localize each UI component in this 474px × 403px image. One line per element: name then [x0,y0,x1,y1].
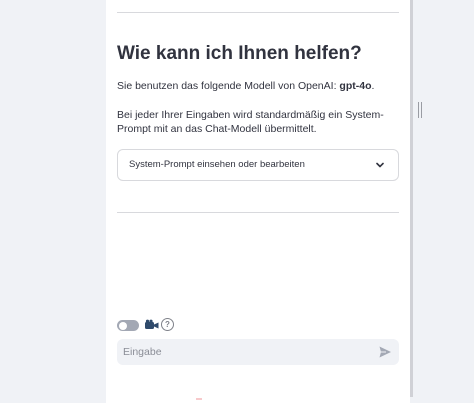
resize-handle[interactable] [418,102,422,118]
toggle-knob [118,321,127,330]
left-background [0,0,106,403]
bottom-decoration [196,398,202,400]
model-info: Sie benutzen das folgende Modell von Ope… [117,80,374,92]
chevron-down-icon [376,162,384,168]
send-icon[interactable] [378,345,392,359]
system-prompt-expander[interactable]: System-Prompt einsehen oder bearbeiten [117,149,399,181]
middle-divider [117,212,399,213]
model-info-prefix: Sie benutzen das folgende Modell von Ope… [117,80,340,92]
model-name: gpt-4o [339,80,372,92]
expander-label: System-Prompt einsehen oder bearbeiten [129,159,305,170]
top-divider [117,12,399,13]
audio-toggle[interactable] [117,320,139,331]
video-camera-icon [145,319,159,329]
model-info-suffix: . [371,80,375,92]
chat-input-container [117,339,399,365]
help-circle-icon[interactable]: ? [161,318,174,331]
system-prompt-info: Bei jeder Ihrer Eingaben wird standardmä… [117,109,384,135]
page-title: Wie kann ich Ihnen helfen? [117,43,362,64]
chat-input[interactable] [117,339,363,365]
right-background [426,0,474,403]
scrollbar[interactable] [410,0,413,397]
